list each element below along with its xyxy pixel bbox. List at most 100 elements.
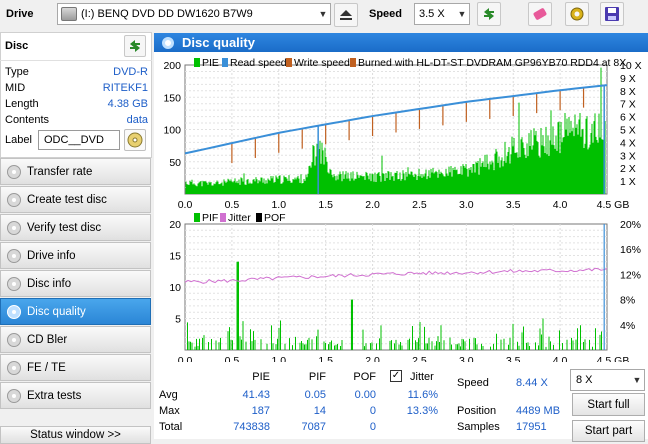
start-full-button[interactable]: Start full — [572, 393, 645, 416]
samples-label: Samples — [457, 421, 500, 433]
nav-label: Transfer rate — [27, 165, 93, 178]
nav-verify-test-disc[interactable]: Verify test disc — [0, 214, 151, 241]
nav-label: Extra tests — [27, 389, 82, 402]
y-tick-label: 10 — [169, 282, 181, 294]
disc-length-key: Length — [5, 98, 39, 110]
panel-title: Disc quality — [182, 35, 255, 50]
y2-tick-label: 9 X — [620, 73, 636, 85]
x-tick-label: 3.0 — [459, 199, 474, 211]
settings-button[interactable] — [565, 2, 589, 26]
legend-label: Write speed — [294, 57, 350, 69]
disc-length-value: 4.38 GB — [107, 98, 148, 110]
speed-stat-value: 8.44 X — [516, 377, 548, 389]
y2-tick-label: 2 X — [620, 163, 636, 175]
x-tick-label: 2.0 — [365, 199, 380, 211]
x-tick-label: 4.5 GB — [597, 355, 630, 362]
y-tick-label: 5 — [175, 314, 181, 326]
nav-icon — [7, 164, 21, 179]
disc-label-button[interactable] — [124, 129, 146, 151]
drive-icon — [61, 7, 77, 21]
speed-stat-label: Speed — [457, 377, 489, 389]
erase-button[interactable] — [528, 2, 552, 26]
jitter-checkbox[interactable]: ✓ — [390, 370, 402, 382]
disc-title: Disc — [5, 40, 29, 52]
gear-icon — [570, 7, 584, 21]
disc-mid-value: RITEKF1 — [102, 82, 148, 94]
swap-arrows-icon — [130, 40, 140, 52]
chevron-down-icon: ▼ — [457, 9, 467, 19]
stats-avg-jitter: 11.6% — [407, 389, 438, 401]
stats-row-label-avg: Avg — [159, 389, 178, 401]
disc-label-input[interactable]: ODC__DVD — [38, 130, 120, 150]
x-tick-label: 1.5 — [318, 199, 333, 211]
nav-label: Disc info — [27, 277, 72, 290]
nav-label: CD Bler — [27, 333, 68, 346]
y2-tick-label: 10 X — [620, 60, 642, 72]
x-tick-label: 1.0 — [271, 355, 286, 362]
disc-icon — [127, 132, 143, 148]
swap-arrows-icon — [484, 8, 494, 20]
x-tick-label: 0.0 — [178, 355, 193, 362]
nav-icon — [7, 248, 21, 263]
x-tick-label: 4.5 GB — [597, 199, 630, 211]
stats-max-pif: 14 — [313, 405, 326, 417]
y2-tick-label: 1 X — [620, 176, 636, 188]
legend-label: PIF — [202, 212, 218, 224]
status-window-label: Status window >> — [30, 429, 121, 441]
save-button[interactable] — [600, 2, 624, 26]
legend-swatch — [256, 213, 262, 222]
refresh-speed-button[interactable] — [477, 2, 501, 26]
stats-avg-pof: 0.00 — [354, 389, 376, 401]
legend-swatch — [350, 58, 356, 67]
drive-label: Drive — [6, 8, 34, 20]
pif-plot-area — [184, 223, 608, 351]
nav-create-test-disc[interactable]: Create test disc — [0, 186, 151, 213]
nav-extra-tests[interactable]: Extra tests — [0, 382, 151, 409]
y-tick-label: 15 — [169, 251, 181, 263]
y2-tick-label: 8 X — [620, 86, 636, 98]
x-tick-label: 2.5 — [412, 355, 427, 362]
x-tick-label: 0.5 — [225, 355, 240, 362]
x-tick-label: 0.0 — [178, 199, 193, 211]
y2-tick-label: 16% — [620, 244, 641, 256]
status-window-button[interactable]: Status window >> — [0, 426, 151, 444]
legend-label: POF — [264, 212, 286, 224]
nav-transfer-rate[interactable]: Transfer rate — [0, 158, 151, 185]
stats-max-pie: 187 — [251, 405, 270, 417]
test-speed-select[interactable]: 8 X ▼ — [570, 369, 645, 391]
y-tick-label: 200 — [163, 60, 181, 72]
speed-select[interactable]: 3.5 X ▼ — [414, 3, 470, 25]
y2-tick-label: 5 X — [620, 125, 636, 137]
legend-swatch — [220, 213, 226, 222]
stats-total-pie: 743838 — [233, 421, 270, 433]
speed-label: Speed — [369, 8, 403, 20]
legend-swatch — [194, 213, 200, 222]
nav-icon — [7, 276, 21, 291]
nav-cd-bler[interactable]: CD Bler — [0, 326, 151, 353]
test-speed-value: 8 X — [576, 374, 593, 386]
x-tick-label: 3.5 — [506, 199, 521, 211]
eject-button[interactable] — [334, 3, 358, 27]
nav-disc-quality[interactable]: Disc quality — [0, 298, 151, 325]
nav-icon — [7, 360, 21, 375]
nav-fe-te[interactable]: FE / TE — [0, 354, 151, 381]
disc-refresh-button[interactable] — [124, 35, 146, 57]
legend-label: PIE — [202, 57, 219, 69]
nav-drive-info[interactable]: Drive info — [0, 242, 151, 269]
y2-tick-label: 20% — [620, 219, 641, 231]
drive-select[interactable]: (I:) BENQ DVD DD DW1620 B7W9 ▼ — [57, 3, 331, 25]
nav-disc-info[interactable]: Disc info — [0, 270, 151, 297]
nav-icon — [7, 388, 21, 403]
chevron-down-icon: ▼ — [632, 375, 642, 385]
nav-icon — [7, 304, 21, 319]
y2-tick-label: 12% — [620, 269, 641, 281]
y2-tick-label: 4% — [620, 320, 635, 332]
stats-header-pif: PIF — [308, 371, 326, 383]
floppy-disk-icon — [605, 7, 619, 21]
x-tick-label: 1.0 — [271, 199, 286, 211]
nav-label: Create test disc — [27, 193, 107, 206]
x-tick-label: 4.0 — [553, 355, 568, 362]
stats-max-pof: 0 — [369, 405, 376, 417]
samples-value: 17951 — [516, 421, 547, 433]
nav-icon — [7, 332, 21, 347]
